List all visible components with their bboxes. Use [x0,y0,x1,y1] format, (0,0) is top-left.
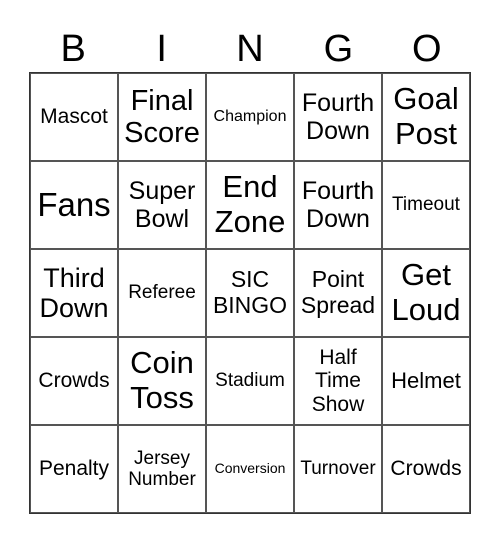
bingo-cell[interactable]: Fourth Down [294,73,382,161]
bingo-header: B I N G O [29,26,471,72]
bingo-cell[interactable]: Crowds [30,337,118,425]
bingo-cell[interactable]: Timeout [382,161,470,249]
bingo-cell[interactable]: Half Time Show [294,337,382,425]
bingo-cell[interactable]: Third Down [30,249,118,337]
bingo-grid: Mascot Final Score Champion Fourth Down Goal… [29,72,471,514]
bingo-cell[interactable]: Goal Post [382,73,470,161]
header-letter-i: I [156,28,167,70]
header-letter-n: N [236,28,264,70]
header-letter-o: O [412,28,442,70]
bingo-cell[interactable]: Helmet [382,337,470,425]
bingo-cell[interactable]: Point Spread [294,249,382,337]
header-letter-g: G [323,28,354,70]
bingo-cell[interactable]: Champion [206,73,294,161]
bingo-cell[interactable]: Fourth Down [294,161,382,249]
bingo-cell[interactable]: Crowds [382,425,470,513]
bingo-cell[interactable]: Coin Toss [118,337,206,425]
bingo-cell[interactable]: Super Bowl [118,161,206,249]
bingo-cell[interactable]: Mascot [30,73,118,161]
bingo-cell[interactable]: Final Score [118,73,206,161]
bingo-cell[interactable]: Get Loud [382,249,470,337]
header-letter-b: B [60,28,86,70]
bingo-cell[interactable]: Fans [30,161,118,249]
bingo-cell[interactable]: Penalty [30,425,118,513]
bingo-cell[interactable]: Stadium [206,337,294,425]
bingo-cell[interactable]: Jersey Number [118,425,206,513]
bingo-cell[interactable]: Referee [118,249,206,337]
bingo-cell[interactable]: Conversion [206,425,294,513]
bingo-cell[interactable]: Turnover [294,425,382,513]
bingo-cell[interactable]: End Zone [206,161,294,249]
bingo-cell[interactable]: SIC BINGO [206,249,294,337]
